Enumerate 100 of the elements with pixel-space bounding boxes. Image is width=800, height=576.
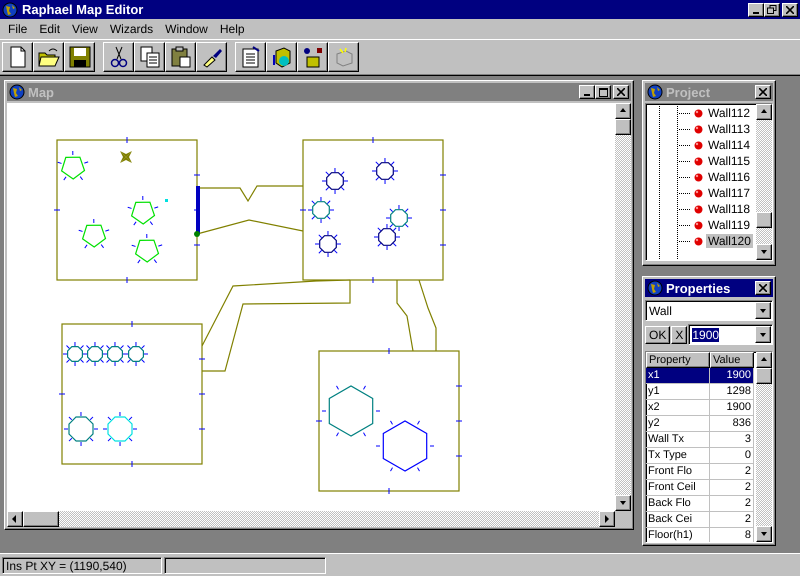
window-title: Raphael Map Editor: [22, 2, 144, 17]
toolbar-button[interactable]: [235, 42, 266, 72]
minimize-icon: [584, 94, 590, 96]
ok-button[interactable]: OK: [645, 326, 670, 344]
property-cell[interactable]: Back Flo: [646, 496, 710, 512]
ball-icon: [694, 156, 703, 166]
toolbar-button[interactable]: [328, 42, 359, 72]
toolbar-button[interactable]: [165, 42, 196, 72]
globe-icon: [9, 84, 25, 100]
value-cell[interactable]: 2: [710, 496, 754, 512]
scrollbar-thumb[interactable]: [23, 511, 59, 527]
property-cell[interactable]: x2: [646, 400, 710, 416]
wall-endpoint: [194, 231, 200, 237]
marker-icon: [120, 151, 132, 163]
maximize-icon: [598, 88, 608, 96]
hexagon-shape: [322, 385, 380, 437]
menu-item[interactable]: Window: [159, 22, 214, 36]
point-marker: [165, 199, 168, 202]
panel-title: Project: [666, 84, 712, 100]
toolbar-button[interactable]: [2, 42, 33, 72]
property-cell[interactable]: Front Flo: [646, 464, 710, 480]
value-cell[interactable]: 1298: [710, 384, 754, 400]
property-cell[interactable]: x1: [646, 368, 710, 384]
menu-item[interactable]: Edit: [33, 22, 66, 36]
close-icon: [786, 6, 794, 14]
scroll-up-button[interactable]: [756, 104, 772, 120]
menu-item[interactable]: View: [66, 22, 104, 36]
object-type-dropdown[interactable]: Wall: [645, 300, 773, 321]
map-window-title: Map: [28, 84, 55, 100]
scrollbar-thumb[interactable]: [756, 368, 772, 384]
menu-item[interactable]: Wizards: [104, 22, 160, 36]
octagon-shape: [64, 412, 98, 446]
toolbar-button[interactable]: [266, 42, 297, 72]
scroll-right-button[interactable]: [599, 511, 615, 527]
property-cell[interactable]: y2: [646, 416, 710, 432]
octagon-shape: [386, 204, 412, 232]
minimize-button[interactable]: [748, 2, 764, 16]
tree-item[interactable]: Wall112: [706, 106, 752, 120]
tree-item[interactable]: Wall116: [706, 170, 752, 184]
tree-item[interactable]: Wall113: [706, 122, 752, 136]
ball-icon: [694, 140, 703, 150]
scroll-up-button[interactable]: [756, 352, 772, 368]
toolbar-button[interactable]: [297, 42, 328, 72]
toolbar-button[interactable]: [33, 42, 64, 72]
value-cell[interactable]: 1900: [710, 368, 754, 384]
toolbar-button[interactable]: [64, 42, 95, 72]
value-cell[interactable]: 2: [710, 480, 754, 496]
scroll-down-button[interactable]: [756, 244, 772, 260]
value-cell[interactable]: 2: [710, 512, 754, 528]
restore-button[interactable]: [764, 2, 780, 16]
tree-item[interactable]: Wall118: [706, 202, 752, 216]
hexagon-shape: [376, 420, 434, 472]
property-cell[interactable]: Front Ceil: [646, 480, 710, 496]
octagon-shape: [102, 412, 138, 446]
close-button[interactable]: [755, 281, 771, 295]
menu-item[interactable]: File: [2, 22, 34, 36]
ball-icon: [694, 124, 703, 134]
value-cell[interactable]: 0: [710, 448, 754, 464]
property-cell[interactable]: Floor(h1): [646, 528, 710, 542]
menu-item[interactable]: Help: [214, 22, 251, 36]
value-cell[interactable]: 836: [710, 416, 754, 432]
value-cell[interactable]: 8: [710, 528, 754, 542]
pentagon-shape: [78, 218, 110, 249]
tree-item[interactable]: Wall120: [706, 234, 753, 248]
close-button[interactable]: [782, 2, 798, 16]
property-cell[interactable]: Back Cei: [646, 512, 710, 528]
value-cell[interactable]: 3: [710, 432, 754, 448]
documents-icon: [138, 45, 162, 69]
scroll-left-button[interactable]: [7, 511, 23, 527]
scroll-up-button[interactable]: [615, 103, 631, 119]
scroll-down-button[interactable]: [756, 526, 772, 542]
globe-icon: [647, 280, 663, 296]
scrollbar-thumb[interactable]: [756, 212, 772, 228]
tree-item[interactable]: Wall117: [706, 186, 752, 200]
tree-item[interactable]: Wall119: [706, 218, 752, 232]
value-cell[interactable]: 1900: [710, 400, 754, 416]
clipboard-icon: [168, 45, 192, 69]
property-cell[interactable]: Wall Tx: [646, 432, 710, 448]
cancel-button[interactable]: X: [671, 326, 688, 344]
octagon-shape: [308, 196, 334, 224]
toolbar-button[interactable]: [134, 42, 165, 72]
value-cell[interactable]: 2: [710, 464, 754, 480]
pentagon-shape: [127, 196, 159, 226]
toolbar-button[interactable]: [196, 42, 227, 72]
globe-icon: [647, 84, 663, 100]
tree-item[interactable]: Wall115: [706, 154, 752, 168]
column-header[interactable]: Value: [710, 352, 754, 368]
scroll-down-button[interactable]: [615, 495, 631, 511]
property-cell[interactable]: Tx Type: [646, 448, 710, 464]
status-text: Ins Pt XY = (1190,540): [2, 556, 162, 574]
tree-item[interactable]: Wall114: [706, 138, 752, 152]
scrollbar-thumb[interactable]: [615, 119, 631, 135]
toolbar-button[interactable]: [103, 42, 134, 72]
octagon-shape: [372, 158, 398, 184]
ball-icon: [694, 204, 703, 214]
property-cell[interactable]: y1: [646, 384, 710, 400]
pentagon-shape: [131, 234, 163, 264]
close-icon: [759, 284, 767, 292]
value-field[interactable]: 1900: [688, 324, 773, 345]
column-header[interactable]: Property: [646, 352, 710, 368]
